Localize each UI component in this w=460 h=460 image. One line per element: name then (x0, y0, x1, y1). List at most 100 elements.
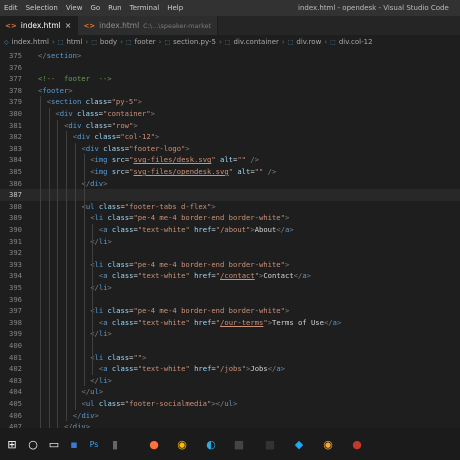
code-line[interactable]: 393 <li class="pe-4 me-4 border-end borde… (0, 259, 460, 271)
chrome-icon[interactable]: ◉ (174, 436, 190, 452)
code-line[interactable]: 376 (0, 62, 460, 74)
task-view-icon[interactable]: ▭ (46, 436, 62, 452)
code-line[interactable]: 407 </div> (0, 421, 460, 428)
code-line[interactable]: 388 <ul class="footer-tabs d-flex"> (0, 201, 460, 213)
app-icon[interactable]: ▮ (107, 436, 123, 452)
app4-icon[interactable]: ◉ (320, 436, 336, 452)
code-line[interactable]: 375 </section> (0, 50, 460, 62)
code-token: li (94, 306, 104, 316)
breadcrumb-item[interactable]: div.row (296, 38, 321, 46)
line-number: 383 (9, 143, 22, 153)
app3-icon[interactable]: ■ (262, 436, 278, 452)
line-number: 387 (9, 190, 22, 200)
code-token: /> (267, 167, 277, 176)
code-line[interactable]: 384 <img src="svg-files/desk.svg" alt="" … (0, 154, 460, 166)
app2-icon[interactable]: ■ (231, 436, 247, 452)
code-line[interactable]: 383 <div class="footer-logo"> (0, 143, 460, 155)
code-line[interactable]: 389 <li class="pe-4 me-4 border-end borde… (0, 212, 460, 224)
photoshop-icon[interactable]: Ps (86, 436, 102, 452)
code-text: </div> (64, 421, 90, 428)
code-token: href (194, 364, 212, 374)
code-line[interactable]: 386 </div> (0, 178, 460, 190)
menu-item-help[interactable]: Help (167, 4, 183, 12)
code-line[interactable]: 396 (0, 294, 460, 306)
code-line[interactable]: 382 <div class="col-12"> (0, 131, 460, 143)
breadcrumb-item[interactable]: section.py-5 (173, 38, 216, 46)
code-line[interactable]: 377 <!-- footer --> (0, 73, 460, 85)
breadcrumb-item[interactable]: footer (135, 38, 156, 46)
code-line[interactable]: 404 </ul> (0, 386, 460, 398)
menu-item-edit[interactable]: Edit (4, 4, 18, 12)
menu-item-go[interactable]: Go (90, 4, 100, 12)
line-number: 385 (9, 167, 22, 176)
code-line[interactable]: 401 <li class=""> (0, 352, 460, 364)
code-line[interactable]: 387 (0, 189, 460, 201)
chevron-right-icon: › (85, 38, 89, 46)
code-line[interactable]: 391 </li> (0, 236, 460, 248)
code-token: </ (276, 225, 285, 234)
code-editor[interactable]: 375 </section> 376 377 <!-- footer --> 378 <fo… (0, 50, 460, 428)
code-text: </li> (90, 328, 112, 340)
code-line[interactable]: 398 <a class="text-white" href="/our-term… (0, 317, 460, 329)
code-line[interactable]: 405 <ul class="footer-socialmedia"></ul> (0, 398, 460, 410)
line-number: 375 (9, 51, 22, 60)
code-line[interactable]: 380 <div class="container"> (0, 108, 460, 120)
breadcrumb-item[interactable]: body (100, 38, 117, 46)
code-line[interactable]: 392 (0, 247, 460, 259)
code-text: <div class="container"> (55, 108, 155, 120)
code-line[interactable]: 379 <section class="py-5"> (0, 96, 460, 108)
code-token: div (90, 178, 104, 188)
windows-start-icon[interactable]: ⊞ (4, 436, 20, 452)
html-file-icon: <> (83, 21, 96, 30)
code-text: <a class="text-white" href="/about">Abou… (99, 224, 294, 236)
element-icon: ⬚ (287, 38, 294, 46)
code-line[interactable]: 403 </li> (0, 375, 460, 387)
line-number: 376 (9, 62, 22, 72)
code-token: > (284, 259, 290, 269)
code-line[interactable]: 406 </div> (0, 410, 460, 422)
explorer-icon[interactable]: ▪ (66, 436, 82, 452)
code-token: class (111, 271, 134, 281)
breadcrumb-item[interactable]: div.container (234, 38, 279, 46)
code-text: </section> (38, 50, 81, 62)
vscode-icon[interactable]: ◆ (291, 436, 307, 452)
code-line[interactable]: 378 <footer> (0, 85, 460, 97)
firefox-icon[interactable]: ● (146, 436, 162, 452)
menu-item-terminal[interactable]: Terminal (130, 4, 160, 12)
line-number: 395 (9, 283, 22, 292)
code-token: div (59, 109, 73, 118)
close-icon[interactable]: × (65, 21, 72, 30)
edge-icon[interactable]: ◐ (203, 436, 219, 452)
code-line[interactable]: 381 <div class="row"> (0, 120, 460, 132)
breadcrumb-item[interactable]: html (66, 38, 82, 46)
code-token: > (280, 364, 285, 374)
menu-item-selection[interactable]: Selection (26, 4, 58, 12)
code-line[interactable]: 402 <a class="text-white" href="/jobs">Jo… (0, 363, 460, 375)
code-line[interactable]: 400 (0, 340, 460, 352)
tab-index-html-other[interactable]: <> index.html C:\...\speaker-market (78, 16, 219, 35)
code-line[interactable]: 397 <li class="pe-4 me-4 border-end borde… (0, 305, 460, 317)
code-text: </li> (90, 282, 112, 294)
breadcrumb-item[interactable]: index.html (12, 38, 49, 46)
code-token: ></ (211, 399, 225, 408)
tab-index-html-active[interactable]: <> index.html × (0, 16, 79, 35)
breadcrumb-item[interactable]: div.col-12 (339, 38, 373, 46)
code-line[interactable]: 390 <a class="text-white" href="/about">A… (0, 224, 460, 236)
code-line[interactable]: 385 <img src="svg-files/opendesk.svg" alt… (0, 166, 460, 178)
search-icon[interactable]: ○ (25, 436, 41, 452)
code-line[interactable]: 399 </li> (0, 328, 460, 340)
code-token: > (336, 317, 342, 327)
chevron-right-icon: › (219, 38, 222, 46)
code-line[interactable]: 394 <a class="text-white" href="/contact"… (0, 270, 460, 282)
indent-guide (83, 154, 85, 387)
app5-icon[interactable]: ● (349, 436, 365, 452)
code-token: "row" (111, 120, 134, 130)
code-token: src (111, 167, 125, 176)
code-text: </ul> (82, 386, 104, 398)
line-number: 392 (9, 248, 22, 258)
code-token: section (51, 97, 82, 107)
code-token: class (107, 259, 130, 269)
menu-item-run[interactable]: Run (108, 4, 121, 12)
code-line[interactable]: 395 </li> (0, 282, 460, 294)
menu-item-view[interactable]: View (66, 4, 83, 12)
